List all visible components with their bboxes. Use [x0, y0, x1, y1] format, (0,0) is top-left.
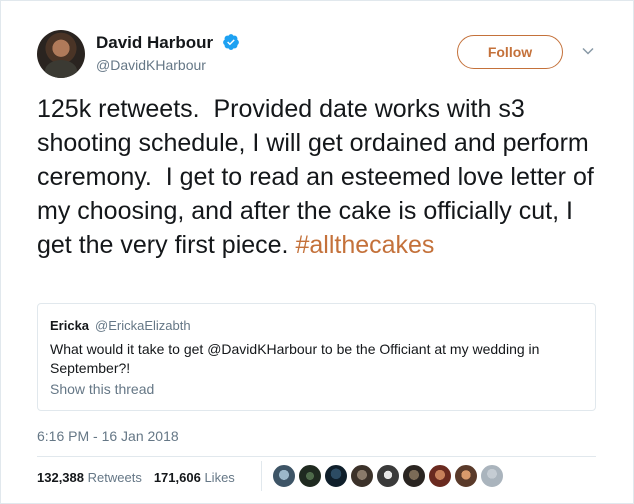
show-thread-link[interactable]: Show this thread [50, 381, 154, 397]
tweet-timestamp[interactable]: 6:16 PM - 16 Jan 2018 [37, 428, 179, 444]
tweet-text: 125k retweets. Provided date works with … [37, 92, 607, 262]
follow-button[interactable]: Follow [457, 35, 563, 69]
chevron-down-icon[interactable] [581, 44, 595, 58]
liker-avatar[interactable] [454, 464, 478, 488]
quoted-author-handle: @ErickaElizabth [95, 318, 191, 333]
likes-label: Likes [204, 470, 235, 485]
likes-count: 171,606 [153, 470, 201, 485]
quoted-tweet[interactable]: Ericka @ErickaElizabth What would it tak… [37, 303, 596, 411]
tweet-stats: 132,388 Retweets 171,606 Likes [37, 470, 235, 485]
retweets-label: Retweets [87, 470, 142, 485]
liker-avatar[interactable] [324, 464, 348, 488]
liker-avatar[interactable] [298, 464, 322, 488]
quoted-tweet-text: What would it take to get @DavidKHarbour… [50, 341, 540, 376]
retweets-stat[interactable]: 132,388 Retweets [37, 470, 142, 485]
liker-avatar[interactable] [350, 464, 374, 488]
divider [37, 456, 596, 457]
liker-avatar[interactable] [402, 464, 426, 488]
liker-avatar[interactable] [428, 464, 452, 488]
quoted-author-name: Ericka [50, 318, 90, 333]
hashtag-link[interactable]: #allthecakes [295, 231, 434, 259]
verified-badge-icon [223, 34, 239, 50]
liker-avatar[interactable] [480, 464, 504, 488]
author-avatar[interactable] [37, 30, 85, 78]
likes-stat[interactable]: 171,606 Likes [154, 470, 235, 485]
author-handle[interactable]: @DavidKHarbour [96, 57, 206, 73]
author-name[interactable]: David Harbour [96, 33, 213, 53]
liker-avatar[interactable] [376, 464, 400, 488]
liker-avatar[interactable] [272, 464, 296, 488]
stats-separator [261, 461, 262, 491]
retweets-count: 132,388 [37, 470, 84, 485]
